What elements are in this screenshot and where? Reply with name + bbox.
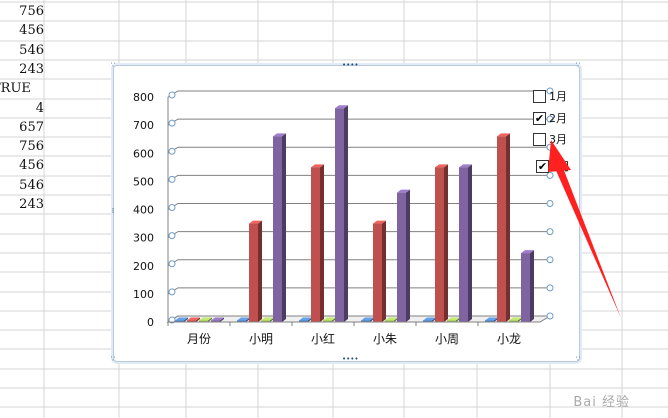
cell-value[interactable]: 756 (0, 137, 44, 156)
gridline-handle (546, 312, 554, 320)
y-tick-label: 600 (133, 147, 154, 160)
gridline (167, 90, 550, 98)
cell-value[interactable]: 756 (0, 2, 44, 21)
y-tick-label: 400 (133, 204, 154, 217)
x-tick-label: 小红 (311, 331, 335, 346)
y-tick-label: 700 (133, 119, 154, 132)
legend-checkbox[interactable] (533, 132, 546, 146)
bar[interactable] (373, 220, 386, 322)
bar[interactable] (459, 164, 472, 322)
gridline-handle (168, 91, 176, 99)
legend-checkbox[interactable]: ✔ (533, 111, 546, 125)
bar[interactable] (249, 220, 262, 322)
bar[interactable] (335, 105, 348, 322)
x-tick-label: 小周 (435, 332, 459, 346)
x-tick-label: 小龙 (497, 332, 521, 346)
gridline (167, 287, 550, 295)
legend-label: 1月 (549, 90, 567, 103)
watermark: Bai 经验 (573, 395, 630, 410)
legend-checkbox[interactable] (533, 89, 546, 103)
chart-object[interactable]: •••• •••• ⁞ ⁞ ∵ ∵ ∵ ∵ 0 100 200 300 400 500 60… (111, 61, 580, 363)
legend-checkbox[interactable]: ✔ (536, 159, 549, 173)
gridline-handle (546, 200, 554, 207)
bar[interactable] (311, 164, 324, 322)
cell-value[interactable]: 4 (0, 99, 44, 118)
gridline (167, 203, 550, 210)
bar[interactable] (273, 133, 286, 322)
gridline-handle (546, 256, 554, 264)
cell-value[interactable]: 243 (0, 195, 44, 214)
y-tick-label: 300 (133, 232, 154, 245)
gridline (167, 146, 550, 154)
legend-label: 2月 (549, 112, 567, 125)
y-tick-label: 800 (133, 91, 154, 104)
gridline-handle (168, 288, 176, 296)
cell-value[interactable]: 243 (0, 60, 44, 79)
cell-value[interactable]: 456 (0, 156, 44, 175)
y-tick-label: 0 (147, 316, 154, 329)
gridline (167, 231, 550, 239)
gridline-handle (546, 284, 554, 292)
bar[interactable] (397, 189, 410, 322)
gridline-handle (168, 260, 176, 268)
gridline (167, 174, 550, 182)
legend-label: 3月 (549, 133, 567, 146)
gridline-handle (168, 204, 176, 211)
cell-value[interactable]: TRUE (0, 79, 36, 98)
x-tick-label: 小明 (249, 332, 273, 346)
cell-value[interactable]: 546 (0, 176, 44, 195)
y-tick-label: 500 (133, 175, 154, 188)
cell-value[interactable]: 657 (0, 118, 44, 137)
gridline (167, 259, 550, 267)
legend-item-4[interactable]: ✔ 4月 (536, 158, 570, 174)
bar[interactable] (521, 250, 534, 322)
cell-value[interactable]: 546 (0, 41, 44, 60)
gridline-handle (168, 232, 176, 240)
legend-item-3[interactable]: 3月 (533, 131, 567, 147)
bar-chart[interactable]: 0 100 200 300 400 500 600 700 800 月份 小明 小红 小朱 小周 小龙 (114, 66, 579, 361)
legend-label: 4月 (552, 160, 570, 173)
gridline-handle (168, 147, 176, 155)
y-tick-label: 100 (133, 288, 154, 301)
cell-value[interactable]: 456 (0, 21, 44, 40)
x-tick-label: 小朱 (373, 332, 397, 346)
gridline (167, 118, 550, 126)
bar[interactable] (497, 133, 510, 322)
gridline-handle (546, 228, 554, 236)
legend-item-2[interactable]: ✔ 2月 (533, 110, 567, 126)
x-tick-label: 月份 (187, 332, 211, 346)
gridline-handle (168, 175, 176, 183)
y-tick-label: 200 (133, 260, 154, 273)
gridline-handle (168, 119, 176, 127)
legend-item-1[interactable]: 1月 (533, 88, 567, 104)
bar[interactable] (435, 164, 448, 322)
